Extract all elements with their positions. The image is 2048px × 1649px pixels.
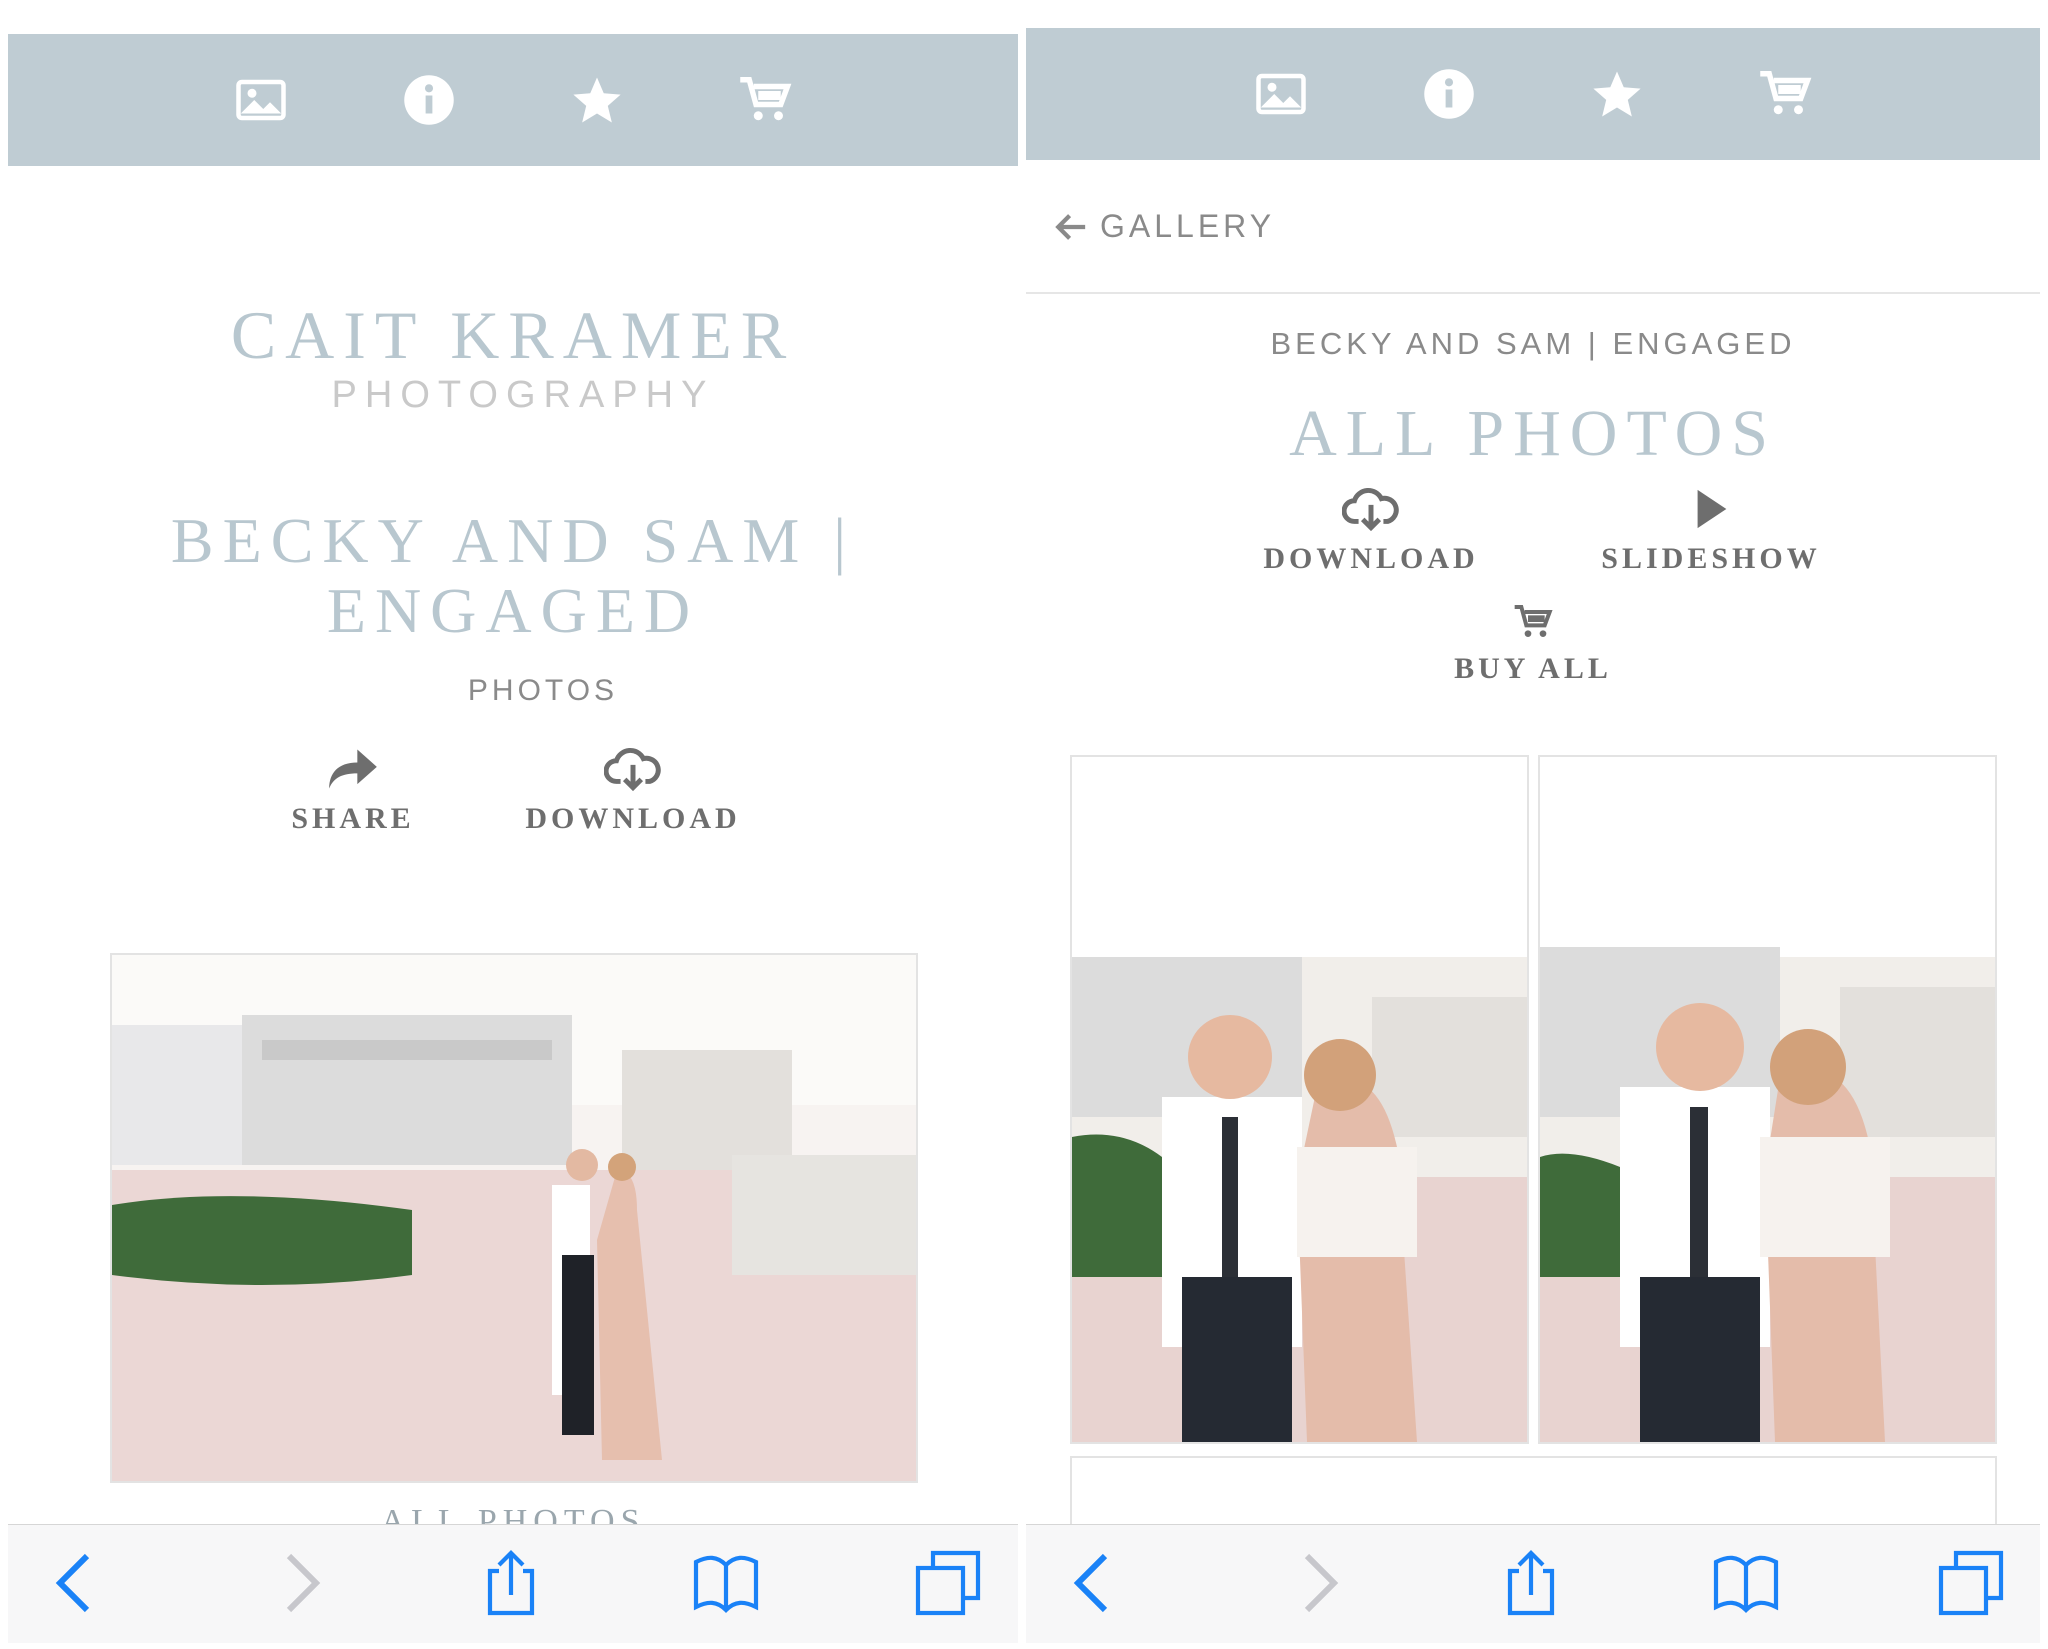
- arrow-left-icon: [1055, 213, 1086, 240]
- download-all-button[interactable]: DOWNLOAD: [1246, 486, 1496, 576]
- share-button[interactable]: SHARE: [263, 746, 443, 836]
- play-icon: [1697, 489, 1727, 529]
- cart-icon[interactable]: [1755, 64, 1815, 124]
- brand-name: CAIT KRAMER: [230, 297, 796, 373]
- divider: [1026, 292, 2040, 294]
- star-icon[interactable]: [1587, 64, 1647, 124]
- back-icon[interactable]: [1056, 1543, 1136, 1623]
- tabs-icon[interactable]: [1931, 1543, 2011, 1623]
- download-label: DOWNLOAD: [1263, 542, 1479, 575]
- browser-toolbar: [8, 1524, 1018, 1643]
- info-icon[interactable]: [1419, 64, 1479, 124]
- forward-icon[interactable]: [258, 1543, 338, 1623]
- gallery-nav-bar: [1026, 28, 2040, 160]
- info-icon[interactable]: [399, 70, 459, 130]
- slideshow-button[interactable]: SLIDESHOW: [1586, 486, 1836, 576]
- back-icon[interactable]: [38, 1543, 118, 1623]
- section-label: PHOTOS: [467, 674, 619, 707]
- bookmarks-icon[interactable]: [1706, 1543, 1786, 1623]
- buy-all-label: BUY ALL: [1454, 652, 1612, 685]
- back-label: GALLERY: [1100, 208, 1276, 244]
- gallery-icon[interactable]: [231, 70, 291, 130]
- share-icon[interactable]: [1491, 1543, 1571, 1623]
- photo-thumbnail-2[interactable]: [1538, 755, 1997, 1444]
- left-phone-screen: CAIT KRAMER PHOTOGRAPHY BECKY AND SAM | …: [8, 8, 1018, 1643]
- share-icon[interactable]: [471, 1543, 551, 1623]
- share-icon: [329, 749, 377, 789]
- cover-photo[interactable]: [110, 953, 918, 1483]
- forward-icon[interactable]: [1276, 1543, 1356, 1623]
- photo-thumbnail-1[interactable]: [1070, 755, 1529, 1444]
- brand-subtitle: PHOTOGRAPHY: [331, 374, 715, 416]
- album-title: ALL PHOTOS: [1289, 397, 1777, 470]
- gallery-title-line1: BECKY AND SAM |: [170, 505, 856, 576]
- gallery-name: BECKY AND SAM | ENGAGED: [1270, 326, 1796, 361]
- cart-icon: [1514, 605, 1553, 637]
- download-button[interactable]: DOWNLOAD: [513, 746, 753, 836]
- bookmarks-icon[interactable]: [686, 1543, 766, 1623]
- cloud-download-icon: [604, 747, 661, 792]
- slideshow-label: SLIDESHOW: [1601, 542, 1821, 575]
- cart-icon[interactable]: [735, 70, 795, 130]
- gallery-nav-bar: [8, 34, 1018, 166]
- star-icon[interactable]: [567, 70, 627, 130]
- buy-all-button[interactable]: BUY ALL: [1408, 602, 1658, 686]
- gallery-icon[interactable]: [1251, 64, 1311, 124]
- back-to-gallery-link[interactable]: GALLERY: [1054, 208, 1275, 245]
- gallery-title-line2: ENGAGED: [326, 575, 700, 646]
- tabs-icon[interactable]: [908, 1543, 988, 1623]
- share-label: SHARE: [291, 802, 415, 835]
- download-label: DOWNLOAD: [525, 802, 741, 835]
- cloud-download-icon: [1342, 487, 1399, 532]
- right-phone-screen: GALLERY BECKY AND SAM | ENGAGED ALL PHOT…: [1026, 8, 2040, 1643]
- browser-toolbar: [1026, 1524, 2040, 1643]
